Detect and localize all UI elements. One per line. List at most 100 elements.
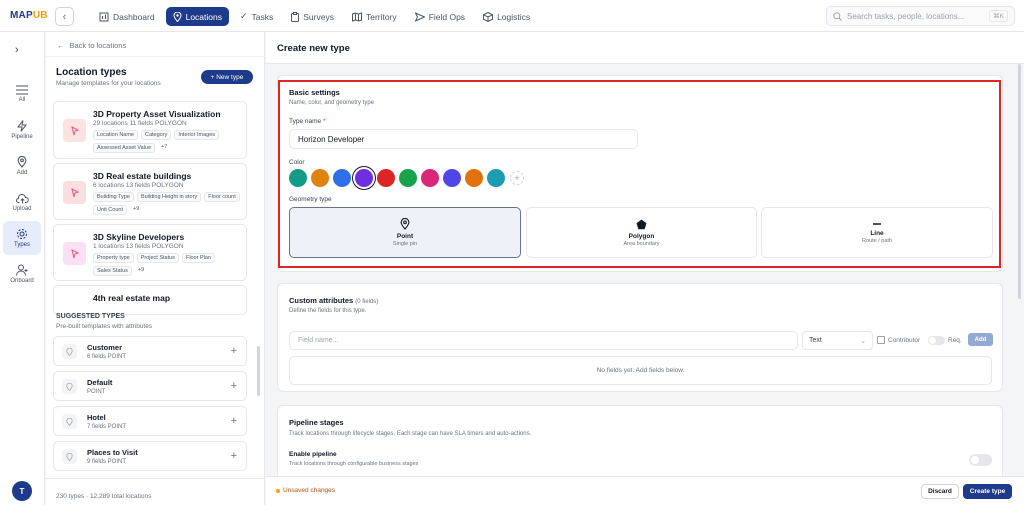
nav-label: Territory <box>365 11 397 22</box>
pipeline-subtitle: Track locations through lifecycle stages… <box>289 431 532 437</box>
suggested-name: Customer <box>87 343 123 352</box>
location-pin-icon <box>62 414 77 429</box>
location-pin-icon <box>62 449 77 464</box>
shortcut-badge: ⌘K <box>989 10 1008 22</box>
suggested-scrollbar[interactable] <box>257 346 260 396</box>
nav-territory[interactable]: Territory <box>345 7 404 26</box>
type-card[interactable]: 3D Real estate buildings 6 locations 13 f… <box>53 163 247 220</box>
custom-attributes-title: Custom attributes (0 fields) <box>289 296 379 305</box>
create-type-button[interactable]: Create type <box>963 484 1012 499</box>
rail-item-upload[interactable]: Upload <box>3 185 41 219</box>
main-nav: Dashboard Locations ✓ Tasks Surveys Terr… <box>92 7 537 26</box>
nav-tasks[interactable]: ✓ Tasks <box>233 7 280 26</box>
add-plus-icon[interactable]: + <box>231 345 237 357</box>
suggested-type-item[interactable]: Hotel 7 fields POINT + <box>53 406 247 436</box>
contributor-checkbox[interactable]: Contributor <box>877 336 920 344</box>
add-plus-icon[interactable]: + <box>231 450 237 462</box>
rail-item-add[interactable]: Add <box>3 149 41 183</box>
type-card[interactable]: 3D Property Asset Visualization 29 locati… <box>53 101 247 159</box>
rail-label: All <box>18 97 26 103</box>
sidebar-subtitle: Manage templates for your locations <box>56 80 161 87</box>
required-label: Req. <box>948 337 962 344</box>
add-plus-icon[interactable]: + <box>231 415 237 427</box>
required-toggle[interactable]: Req. <box>928 336 962 345</box>
rail-label: Types <box>13 242 30 248</box>
search-icon <box>833 11 842 21</box>
nav-logistics[interactable]: Logistics <box>476 7 537 26</box>
suggested-meta: 6 fields POINT <box>87 354 127 360</box>
new-type-button[interactable]: + New type <box>201 70 253 84</box>
nav-locations[interactable]: Locations <box>165 7 229 26</box>
type-tags: Building Type Building Height in story Flo… <box>93 192 245 215</box>
send-icon <box>414 11 425 22</box>
back-to-locations-link[interactable]: ← Back to locations <box>57 41 126 50</box>
location-pin-icon <box>173 11 182 22</box>
field-type-value: Text <box>809 337 822 344</box>
polygon-cursor-icon <box>63 119 86 142</box>
add-field-button[interactable]: Add <box>968 333 993 346</box>
suggested-type-item[interactable]: Places to Visit 9 fields POINT + <box>53 441 247 471</box>
polygon-cursor-icon <box>63 242 86 265</box>
more-tags-count: +9 <box>137 267 145 273</box>
back-label: Back to locations <box>69 41 127 50</box>
avatar[interactable]: T <box>12 481 32 501</box>
suggested-meta: POINT <box>87 389 106 395</box>
location-pin-icon <box>62 344 77 359</box>
arrow-left-icon: ← <box>57 41 65 50</box>
enable-pipeline-desc: Track locations through configurable bus… <box>289 461 419 467</box>
icon-rail: › All Pipeline Add Upload Types Onboard … <box>0 32 45 505</box>
type-tag: Unit Count <box>93 205 127 215</box>
back-icon[interactable]: ‹ <box>55 7 74 26</box>
type-tags: Location Name Category Interior Images Asse… <box>93 130 245 153</box>
tasks-check-icon: ✓ <box>239 11 248 21</box>
nav-label: Locations <box>185 11 222 22</box>
field-type-select[interactable]: Text ⌄ <box>802 331 873 350</box>
type-tag: Sales Status <box>93 266 132 276</box>
pipeline-title: Pipeline stages <box>289 418 344 427</box>
nav-label: Logistics <box>497 11 531 22</box>
rail-item-all[interactable]: All <box>3 77 41 111</box>
add-plus-icon[interactable]: + <box>231 380 237 392</box>
nav-dashboard[interactable]: Dashboard <box>92 7 162 26</box>
nav-label: Surveys <box>303 11 334 22</box>
polygon-cursor-icon <box>63 181 86 204</box>
rail-label: Onboard <box>10 278 34 284</box>
custom-attributes-panel: Custom attributes (0 fields) Define the … <box>277 283 1003 392</box>
field-name-input[interactable]: Field name... <box>289 331 798 350</box>
suggested-name: Hotel <box>87 413 106 422</box>
lightning-icon <box>17 120 27 132</box>
suggested-subtitle: Pre-built templates with attributes <box>56 323 153 330</box>
map-icon <box>351 11 362 22</box>
type-name: 4th real estate map <box>93 293 171 303</box>
list-icon <box>16 85 28 95</box>
nav-field-ops[interactable]: Field Ops <box>408 7 472 26</box>
page-title: Create new type <box>277 43 350 54</box>
type-meta: 6 locations 13 fields POLYGON <box>93 182 184 189</box>
sidebar-title: Location types <box>56 67 127 78</box>
rail-item-onboard[interactable]: Onboard <box>3 257 41 291</box>
suggested-type-item[interactable]: Default POINT + <box>53 371 247 401</box>
package-icon <box>483 11 494 22</box>
nav-surveys[interactable]: Surveys <box>284 7 341 26</box>
type-card[interactable]: 4th real estate map <box>53 285 247 315</box>
type-tag: Category <box>141 130 172 140</box>
app-logo[interactable]: MAPUB <box>10 10 48 21</box>
main-scrollbar[interactable] <box>1018 64 1021 299</box>
clipboard-icon <box>291 11 300 22</box>
search-bar[interactable]: Search tasks, people, locations... ⌘K <box>826 6 1015 26</box>
checkbox-box <box>877 336 885 344</box>
expand-sidebar-icon[interactable]: › <box>15 44 19 56</box>
divider <box>46 56 265 57</box>
nav-label: Tasks <box>251 11 274 22</box>
discard-button[interactable]: Discard <box>921 484 959 499</box>
rail-label: Upload <box>12 205 32 212</box>
type-meta: 1 locations 13 fields POLYGON <box>93 243 184 250</box>
form-footer: Unsaved changes Discard Create type <box>266 476 1024 505</box>
suggested-type-item[interactable]: Customer 6 fields POINT + <box>53 336 247 366</box>
rail-item-pipeline[interactable]: Pipeline <box>3 113 41 147</box>
rail-item-types[interactable]: Types <box>3 221 41 255</box>
enable-pipeline-toggle[interactable] <box>969 454 992 466</box>
type-card[interactable]: 3D Skyline Developers 1 locations 13 fiel… <box>53 224 247 281</box>
suggested-name: Default <box>87 378 113 387</box>
type-tag: Floor count <box>204 192 240 202</box>
